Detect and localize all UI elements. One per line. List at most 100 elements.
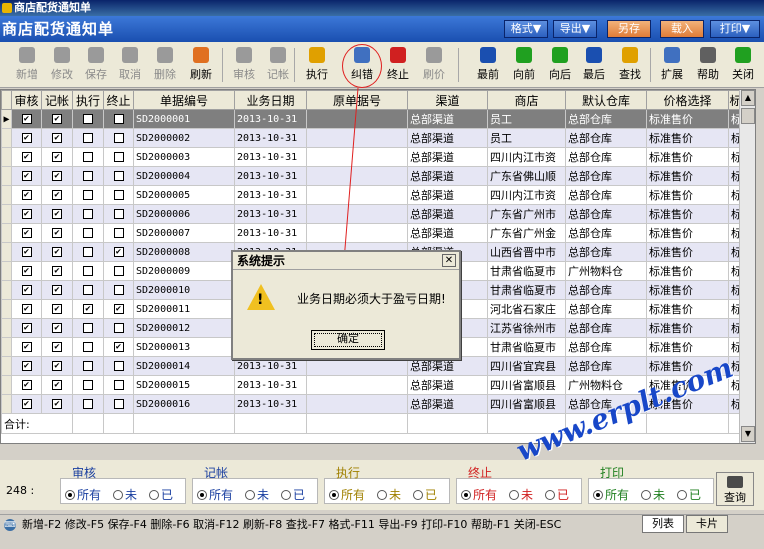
export-button[interactable]: 导出▼ [553, 20, 597, 38]
checked-checkbox[interactable]: ✔ [52, 379, 62, 390]
price-choice-cell[interactable]: 标准售价 [646, 109, 729, 129]
checked-checkbox[interactable]: ✔ [52, 113, 62, 124]
table-row[interactable]: ✔ ✔ SD2000002 2013-10-31 总部渠道 员工 总部仓库 标准售价标 [1, 128, 743, 148]
column-header[interactable]: 原单据号 [306, 90, 408, 110]
checkbox-cell[interactable]: ✔ [41, 356, 73, 376]
checkbox-cell[interactable] [72, 204, 104, 224]
date-cell[interactable]: 2013-10-31 [234, 128, 307, 148]
filter-radio[interactable]: 已 [413, 486, 437, 503]
checkbox-cell[interactable]: ✔ [11, 166, 42, 186]
shop-cell[interactable]: 广东省广州市 [487, 204, 566, 224]
checked-checkbox[interactable]: ✔ [21, 170, 32, 181]
shop-cell[interactable]: 河北省石家庄 [487, 299, 566, 319]
unchecked-checkbox[interactable] [83, 246, 93, 257]
checkbox-cell[interactable] [103, 280, 134, 300]
shop-cell[interactable]: 员工 [487, 128, 566, 148]
checkbox-cell[interactable]: ✔ [41, 375, 73, 395]
filter-radio[interactable]: 未 [641, 486, 665, 503]
load-button[interactable]: 载入 [660, 20, 704, 38]
date-cell[interactable]: 2013-10-31 [234, 375, 307, 395]
unchecked-checkbox[interactable] [113, 151, 124, 162]
toolbar-audit-button[interactable]: 审核 [228, 45, 260, 85]
table-row[interactable]: ✔ ✔ SD2000004 2013-10-31 总部渠道 广东省佛山顺 总部仓库 标准售价标 [1, 166, 743, 186]
warehouse-cell[interactable]: 总部仓库 [565, 223, 647, 243]
doc-number-cell[interactable]: SD2000010 [133, 280, 235, 300]
warehouse-cell[interactable]: 总部仓库 [565, 166, 647, 186]
checkbox-cell[interactable] [103, 261, 134, 281]
format-button[interactable]: 格式▼ [504, 20, 548, 38]
doc-number-cell[interactable]: SD2000015 [133, 375, 235, 395]
shop-cell[interactable]: 四川内江市资 [487, 147, 566, 167]
checkbox-cell[interactable]: ✔ [11, 204, 42, 224]
column-header[interactable]: 终止 [103, 90, 134, 110]
price-choice-cell[interactable]: 标准售价 [646, 242, 729, 262]
checkbox-cell[interactable] [72, 356, 104, 376]
shop-cell[interactable]: 四川省富顺县 [487, 394, 566, 414]
query-button[interactable]: 查询 [716, 472, 754, 506]
toolbar-close-button[interactable]: 关闭 [726, 45, 760, 85]
checkbox-cell[interactable]: ✔ [11, 242, 42, 262]
checkbox-cell[interactable] [72, 185, 104, 205]
unchecked-checkbox[interactable] [113, 284, 124, 295]
radio-icon[interactable] [545, 490, 555, 500]
save-as-button[interactable]: 另存 [607, 20, 651, 38]
ok-button[interactable]: 确定 [311, 330, 385, 350]
price-choice-cell[interactable]: 标准售价 [646, 280, 729, 300]
table-row[interactable]: ✔ ✔ SD2000005 2013-10-31 总部渠道 四川内江市资 总部仓库 标准售价标 [1, 185, 743, 205]
unchecked-checkbox[interactable] [83, 170, 93, 181]
checked-checkbox[interactable]: ✔ [21, 265, 32, 276]
unchecked-checkbox[interactable] [83, 151, 93, 162]
table-row[interactable]: ✔ ✔ SD2000007 2013-10-31 总部渠道 广东省广州金 总部仓库 标准售价标 [1, 223, 743, 243]
checkbox-cell[interactable] [103, 166, 134, 186]
unchecked-checkbox[interactable] [113, 227, 124, 238]
radio-icon[interactable] [149, 490, 159, 500]
radio-icon[interactable] [509, 490, 519, 500]
unchecked-checkbox[interactable] [113, 360, 124, 371]
date-cell[interactable]: 2013-10-31 [234, 394, 307, 414]
checked-checkbox[interactable]: ✔ [52, 208, 62, 219]
toolbar-refresh-button[interactable]: 刷新 [184, 45, 218, 85]
table-row[interactable]: ✔ ✔ SD2000006 2013-10-31 总部渠道 广东省广州市 总部仓库 标准售价标 [1, 204, 743, 224]
unchecked-checkbox[interactable] [113, 398, 124, 409]
shop-cell[interactable]: 四川省富顺县 [487, 375, 566, 395]
radio-icon[interactable] [677, 490, 687, 500]
checkbox-cell[interactable]: ✔ [41, 318, 73, 338]
doc-number-cell[interactable]: SD2000004 [133, 166, 235, 186]
checkbox-cell[interactable] [103, 223, 134, 243]
checked-checkbox[interactable]: ✔ [52, 170, 62, 181]
checkbox-cell[interactable]: ✔ [41, 204, 73, 224]
checked-checkbox[interactable]: ✔ [52, 246, 62, 257]
doc-number-cell[interactable]: SD2000005 [133, 185, 235, 205]
radio-icon[interactable] [65, 490, 75, 500]
unchecked-checkbox[interactable] [83, 208, 93, 219]
unchecked-checkbox[interactable] [113, 170, 124, 181]
tab-list[interactable]: 列表 [642, 515, 684, 533]
vertical-scrollbar[interactable]: ▲ ▼ [739, 90, 755, 443]
checked-checkbox[interactable]: ✔ [52, 132, 62, 143]
radio-icon[interactable] [413, 490, 423, 500]
toolbar-find-button[interactable]: 查找 [613, 45, 647, 85]
orig-doc-cell[interactable] [306, 128, 408, 148]
filter-radio[interactable]: 已 [281, 486, 305, 503]
checkbox-cell[interactable]: ✔ [41, 299, 73, 319]
unchecked-checkbox[interactable] [83, 398, 93, 409]
doc-number-cell[interactable]: SD2000013 [133, 337, 235, 357]
checked-checkbox[interactable]: ✔ [52, 322, 62, 333]
radio-icon[interactable] [113, 490, 123, 500]
channel-cell[interactable]: 总部渠道 [407, 394, 488, 414]
column-header[interactable]: 审核 [11, 90, 42, 110]
toolbar-next-button[interactable]: 向后 [544, 45, 576, 85]
radio-icon[interactable] [245, 490, 255, 500]
price-choice-cell[interactable]: 标准售价 [646, 166, 729, 186]
date-cell[interactable]: 2013-10-31 [234, 166, 307, 186]
column-header[interactable]: 价格选择 [646, 90, 729, 110]
checked-checkbox[interactable]: ✔ [113, 246, 124, 257]
checked-checkbox[interactable]: ✔ [113, 341, 124, 352]
shop-cell[interactable]: 山西省晋中市 [487, 242, 566, 262]
checkbox-cell[interactable] [72, 109, 104, 129]
checkbox-cell[interactable]: ✔ [41, 223, 73, 243]
checkbox-cell[interactable] [72, 166, 104, 186]
checkbox-cell[interactable]: ✔ [41, 109, 73, 129]
unchecked-checkbox[interactable] [113, 379, 124, 390]
checkbox-cell[interactable]: ✔ [41, 128, 73, 148]
